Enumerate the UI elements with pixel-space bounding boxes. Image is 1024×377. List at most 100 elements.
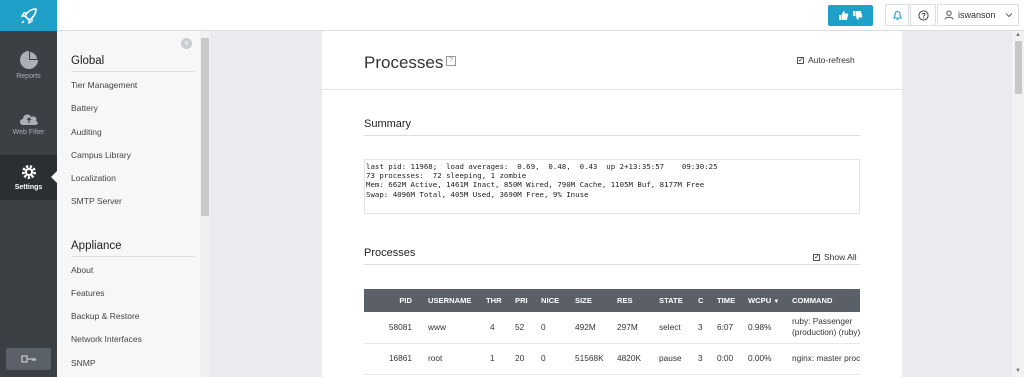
cell-nice: 0 [537,312,571,344]
summary-line: Mem: 662M Active, 1461M Inact, 850M Wire… [366,180,705,190]
sidebar-item-about[interactable]: About [71,265,93,275]
sidebar-scrollbar-thumb[interactable] [201,38,209,216]
close-icon[interactable]: × [181,38,192,49]
showall-label: Show All [824,252,857,262]
app-logo[interactable] [0,0,57,31]
cell-size: 51568K [571,343,613,375]
help-icon[interactable]: ? [446,56,456,66]
settings-sidebar: × Global Tier Management Battery Auditin… [57,31,210,377]
cell-state: pause [655,343,694,375]
cell-pid: 58081 [364,312,424,344]
rail-item-web-filter[interactable]: Web Filter [0,110,57,136]
cell-wcpu: 0.98% [744,312,788,344]
sidebar-section-global: Global [71,55,195,72]
user-icon [944,10,954,20]
sidebar-item-battery[interactable]: Battery [71,103,98,113]
cell-wcpu: 0.00% [744,343,788,375]
cell-pid: 16861 [364,343,424,375]
table-row[interactable]: 58081 www 4 52 0 492M 297M select 3 6:07… [364,312,860,344]
col-wcpu[interactable]: WCPU ▼ [744,289,788,312]
showall-toggle[interactable]: ✓ Show All [813,252,857,262]
col-command[interactable]: COMMAND [788,289,860,312]
col-size[interactable]: SIZE [571,289,613,312]
table-row[interactable]: 16861 root 1 20 0 51568K 4820K pause 3 0… [364,343,860,375]
cell-pri: 20 [511,343,537,375]
col-username[interactable]: USERNAME [424,289,482,312]
col-res[interactable]: RES [613,289,655,312]
chevron-down-icon [1005,13,1012,18]
sidebar-item-backup-restore[interactable]: Backup & Restore [71,311,140,321]
sidebar-item-tier-management[interactable]: Tier Management [71,80,137,90]
sidebar-item-smtp-server[interactable]: SMTP Server [71,196,122,206]
summary-heading: Summary [364,118,860,136]
cell-username: root [424,343,482,375]
cell-command: nginx: master process [788,343,860,375]
notifications-button[interactable] [885,4,909,26]
question-icon [917,9,929,21]
summary-output: last pid: 11968; load averages: 0.69, 0.… [364,159,860,214]
col-pid[interactable]: PID [364,289,424,312]
sidebar-item-features[interactable]: Features [71,288,105,298]
processes-heading: Processes [364,247,860,265]
showall-checkbox[interactable]: ✓ [813,253,820,261]
sidebar-item-auditing[interactable]: Auditing [71,127,102,137]
rocket-icon [20,7,37,24]
top-bar: iswanson [57,0,1024,31]
col-pri[interactable]: PRI [511,289,537,312]
cell-c: 3 [694,343,713,375]
cell-state: select [655,312,694,344]
cell-c: 3 [694,312,713,344]
sidebar-item-campus-library[interactable]: Campus Library [71,150,131,160]
scroll-up-icon[interactable]: ▲ [1013,32,1023,40]
sidebar-section-appliance: Appliance [71,240,195,257]
col-state[interactable]: STATE [655,289,694,312]
cell-res: 297M [613,312,655,344]
rail-item-reports[interactable]: Reports [0,50,57,80]
summary-line: 73 processes: 72 sleeping, 1 zombie [366,171,527,181]
cell-thr: 4 [482,312,511,344]
scroll-down-icon[interactable]: ▼ [1013,368,1023,376]
key-icon [20,355,36,363]
thumbs-up-icon [839,11,849,20]
processes-table: PID USERNAME THR PRI NICE SIZE RES STATE… [364,289,860,375]
cell-res: 4820K [613,343,655,375]
main-panel: Processes ? ✓ Auto-refresh Summary last … [322,31,902,377]
sort-desc-icon: ▼ [773,299,780,305]
rail-item-settings[interactable]: Settings [0,155,57,200]
autorefresh-label: Auto-refresh [808,55,855,65]
feedback-button[interactable] [828,5,873,26]
col-c[interactable]: C [694,289,713,312]
cell-time: 6:07 [713,312,744,344]
page-scrollbar-thumb[interactable] [1015,41,1022,94]
sidebar-item-network-interfaces[interactable]: Network Interfaces [71,334,142,344]
cell-nice: 0 [537,343,571,375]
page-title: Processes [364,53,444,72]
rail-item-label: Reports [16,73,41,80]
username: iswanson [958,10,996,20]
col-nice[interactable]: NICE [537,289,571,312]
col-wcpu-label: WCPU [748,296,772,305]
bell-icon [892,10,902,20]
cell-username: www [424,312,482,344]
autorefresh-toggle[interactable]: ✓ Auto-refresh [797,55,855,65]
summary-line: last pid: 11968; load averages: 0.69, 0.… [366,162,718,171]
user-menu[interactable]: iswanson [937,4,1019,26]
summary-line: Swap: 4096M Total, 405M Used, 3690M Free… [366,189,589,199]
panel-header: Processes ? ✓ Auto-refresh [322,31,902,90]
rail-item-label: Web Filter [12,129,45,136]
cell-thr: 1 [482,343,511,375]
thumbs-down-icon [853,11,863,20]
left-rail: Reports Web Filter Settings [0,0,57,377]
cell-size: 492M [571,312,613,344]
cloud-icon [19,114,38,125]
help-button[interactable] [910,4,936,26]
col-time[interactable]: TIME [713,289,744,312]
pie-chart-icon [19,51,38,69]
sidebar-item-snmp[interactable]: SNMP [71,358,96,368]
autorefresh-checkbox[interactable]: ✓ [797,56,804,64]
logout-button[interactable] [6,348,51,370]
col-thr[interactable]: THR [482,289,511,312]
processes-table-wrap[interactable]: PID USERNAME THR PRI NICE SIZE RES STATE… [364,289,860,377]
sidebar-item-localization[interactable]: Localization [71,173,116,183]
gear-icon [21,165,36,179]
